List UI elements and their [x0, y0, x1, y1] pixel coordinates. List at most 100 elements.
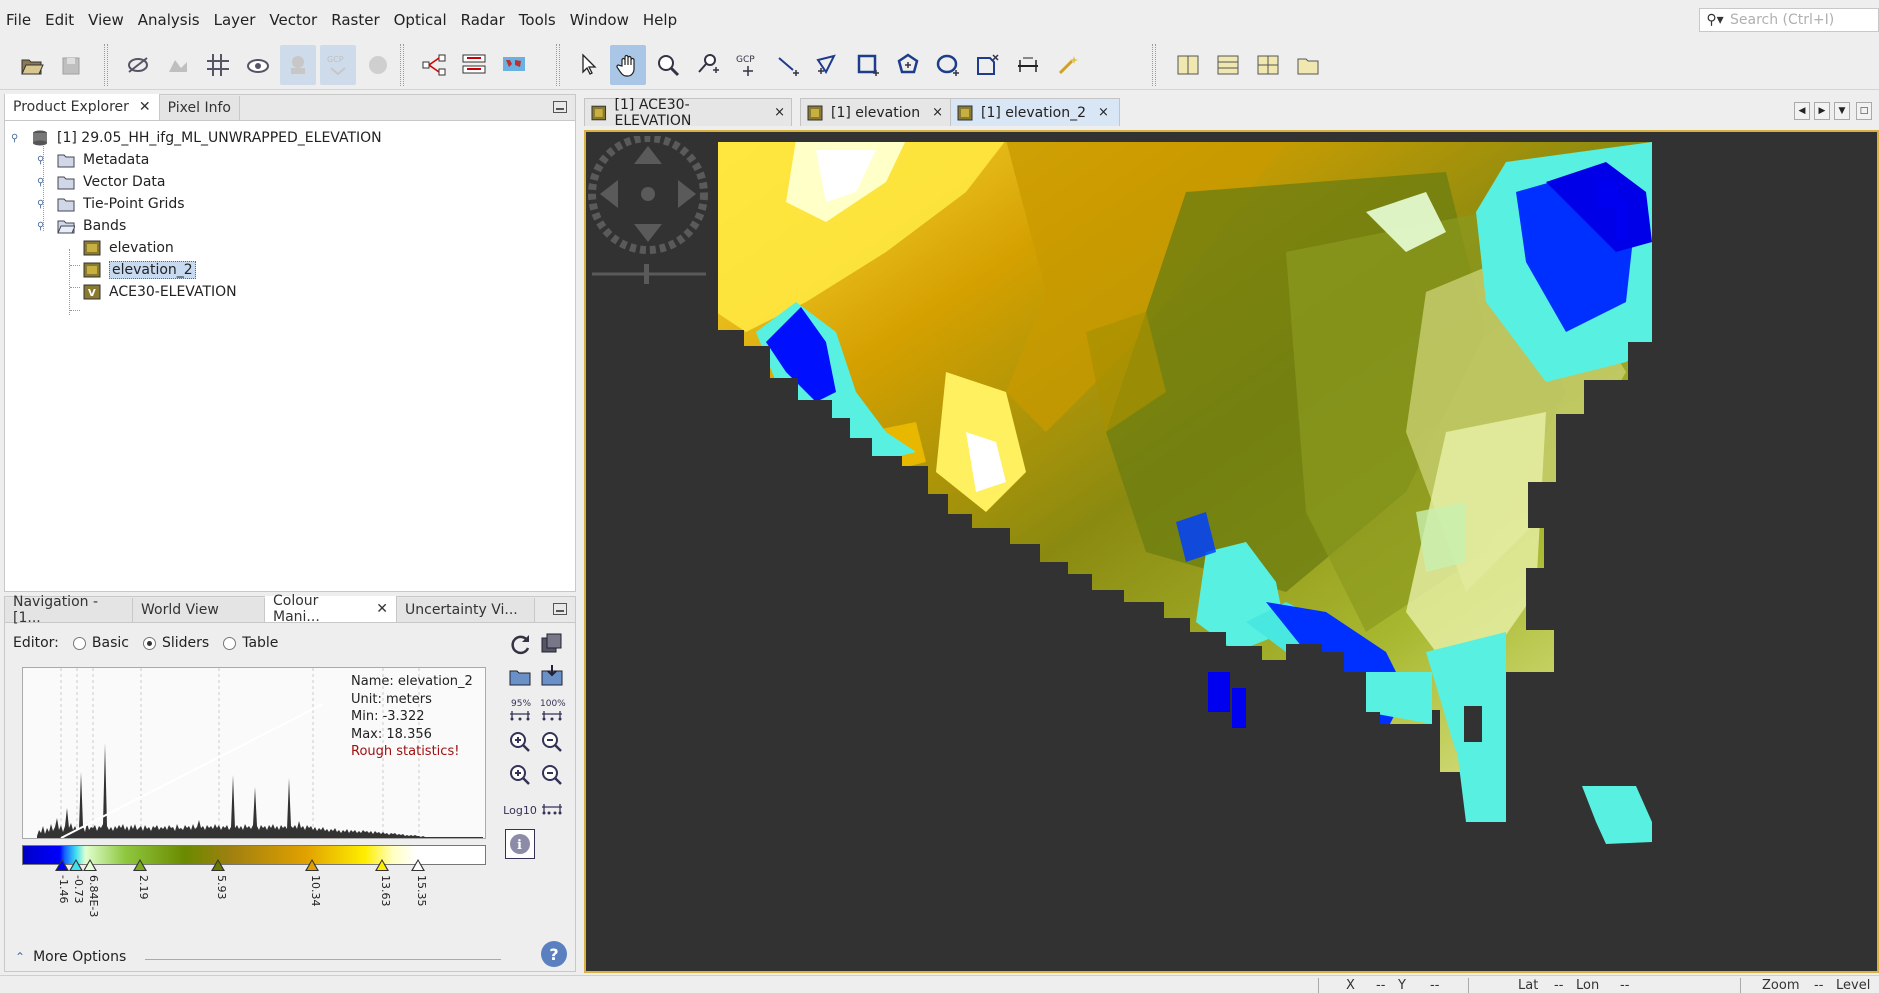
slider-value-label[interactable]: 5.93 — [215, 875, 228, 900]
colour-slider[interactable] — [55, 859, 69, 871]
tile-vertical-icon[interactable] — [1170, 45, 1206, 85]
sliders-radio-label[interactable]: Sliders — [162, 635, 209, 651]
zoom-tool-icon[interactable] — [650, 45, 686, 85]
tab-colour-manipulation[interactable]: Colour Mani... ✕ — [265, 593, 397, 625]
scroll-tabs-right-icon[interactable]: ▶ — [1814, 102, 1830, 120]
elevation-raster-image[interactable] — [586, 132, 1877, 971]
tree-folder-tie-point-grids[interactable]: Tie-Point Grids — [57, 193, 185, 215]
basic-radio-label[interactable]: Basic — [92, 635, 129, 651]
export-palette-icon[interactable] — [537, 661, 567, 691]
help-icon[interactable]: ? — [541, 941, 567, 967]
measurement-tool-icon[interactable] — [1010, 45, 1046, 85]
range-finder-tool-icon[interactable] — [970, 45, 1006, 85]
sliders-radio[interactable] — [142, 636, 156, 650]
ellipse-tool-icon[interactable] — [930, 45, 966, 85]
table-radio-label[interactable]: Table — [242, 635, 278, 651]
tab-product-explorer[interactable]: Product Explorer ✕ — [5, 94, 160, 120]
select-tool-icon[interactable] — [570, 45, 606, 85]
tree-folder-metadata[interactable]: Metadata — [57, 149, 149, 171]
close-icon[interactable]: × — [932, 105, 943, 120]
pan-center-icon[interactable] — [641, 187, 655, 201]
zoom-slider-thumb[interactable] — [644, 264, 649, 284]
multi-apply-icon[interactable] — [537, 629, 567, 659]
tile-evenly-icon[interactable] — [1290, 45, 1326, 85]
menu-layer[interactable]: Layer — [208, 11, 262, 29]
close-icon[interactable]: × — [1098, 105, 1109, 120]
zoom-in-vertical-icon[interactable] — [505, 727, 535, 757]
zoom-out-vertical-icon[interactable] — [537, 727, 567, 757]
colour-slider[interactable] — [69, 859, 83, 871]
tree-band-elevation[interactable]: elevation — [83, 237, 174, 259]
menu-file[interactable]: File — [0, 11, 37, 29]
close-icon[interactable]: ✕ — [139, 99, 151, 115]
tab-pixel-info[interactable]: Pixel Info — [159, 96, 240, 120]
colour-slider[interactable] — [133, 859, 147, 871]
tree-product-node[interactable]: [1] 29.05_HH_ifg_ML_UNWRAPPED_ELEVATION — [31, 127, 382, 149]
tree-folder-vector-data[interactable]: Vector Data — [57, 171, 166, 193]
line-tool-icon[interactable] — [770, 45, 806, 85]
magic-wand-tool-icon[interactable] — [1050, 45, 1086, 85]
tree-folder-bands[interactable]: Bands — [57, 215, 126, 237]
basic-radio[interactable] — [72, 636, 86, 650]
polyline-tool-icon[interactable] — [810, 45, 846, 85]
menu-edit[interactable]: Edit — [39, 11, 80, 29]
graph-builder-icon[interactable] — [416, 45, 452, 85]
zoom-in-horizontal-icon[interactable] — [505, 761, 535, 791]
pan-up-icon[interactable] — [634, 146, 662, 164]
distribute-sliders-icon[interactable] — [537, 795, 567, 825]
menu-window[interactable]: Window — [564, 11, 635, 29]
tile-grid-icon[interactable] — [1250, 45, 1286, 85]
navigation-control[interactable] — [588, 134, 710, 286]
rectangle-tool-icon[interactable] — [850, 45, 886, 85]
tree-band-elevation-2[interactable]: elevation_2 — [83, 259, 196, 281]
eye-icon[interactable] — [240, 45, 276, 85]
expand-toggle-icon[interactable]: ⚲ — [37, 155, 49, 167]
tab-navigation[interactable]: Navigation - [1... — [5, 594, 133, 626]
import-palette-icon[interactable] — [505, 661, 535, 691]
open-product-icon[interactable] — [14, 45, 50, 85]
menu-vector[interactable]: Vector — [263, 11, 323, 29]
table-radio[interactable] — [223, 636, 237, 650]
tile-horizontal-icon[interactable] — [1210, 45, 1246, 85]
overlay-shape-icon[interactable] — [160, 45, 196, 85]
pan-down-icon[interactable] — [634, 224, 662, 242]
overlay-ellipse-icon[interactable] — [120, 45, 156, 85]
collapse-toggle-icon[interactable]: ⚲ — [37, 221, 49, 233]
tab-uncertainty-visualisation[interactable]: Uncertainty Vi... — [397, 598, 535, 622]
range-95-icon[interactable] — [505, 705, 535, 725]
slider-value-label[interactable]: 6.84E-3 — [87, 875, 100, 917]
slider-value-label[interactable]: 13.63 — [379, 875, 392, 907]
menu-tools[interactable]: Tools — [513, 11, 562, 29]
expand-toggle-icon[interactable]: ⚲ — [37, 177, 49, 189]
colour-slider[interactable] — [211, 859, 225, 871]
polygon-tool-icon[interactable] — [890, 45, 926, 85]
close-icon[interactable]: ✕ — [376, 601, 388, 617]
menu-view[interactable]: View — [82, 11, 130, 29]
info-icon[interactable]: i — [505, 829, 535, 859]
slider-value-label[interactable]: 15.35 — [415, 875, 428, 907]
menu-radar[interactable]: Radar — [455, 11, 511, 29]
menu-help[interactable]: Help — [637, 11, 683, 29]
tab-ace30-elevation[interactable]: [1] ACE30-ELEVATION × — [584, 97, 792, 129]
minimize-icon[interactable] — [553, 603, 567, 615]
slider-value-label[interactable]: 10.34 — [309, 875, 322, 907]
tab-elevation-2[interactable]: [1] elevation_2 × — [950, 98, 1120, 126]
pan-tool-icon[interactable] — [610, 45, 646, 85]
tab-list-dropdown-icon[interactable]: ▼ — [1834, 102, 1850, 120]
close-icon[interactable]: × — [774, 105, 785, 120]
slider-value-label[interactable]: -0.73 — [72, 875, 85, 903]
scroll-tabs-left-icon[interactable]: ◀ — [1794, 102, 1810, 120]
gcp-placing-tool-icon[interactable]: GCP — [730, 45, 766, 85]
menu-raster[interactable]: Raster — [325, 11, 385, 29]
reset-icon[interactable] — [505, 629, 535, 659]
range-100-icon[interactable] — [537, 705, 567, 725]
pan-left-icon[interactable] — [600, 180, 618, 208]
expand-toggle-icon[interactable]: ⚲ — [37, 199, 49, 211]
tab-world-view[interactable]: World View — [133, 598, 265, 622]
pin-placing-tool-icon[interactable] — [690, 45, 726, 85]
batch-processing-icon[interactable] — [456, 45, 492, 85]
more-options-toggle[interactable]: ⌃ More Options — [15, 949, 126, 965]
tab-elevation[interactable]: [1] elevation × — [800, 98, 956, 126]
graticule-icon[interactable] — [200, 45, 236, 85]
save-product-icon[interactable] — [54, 45, 90, 85]
